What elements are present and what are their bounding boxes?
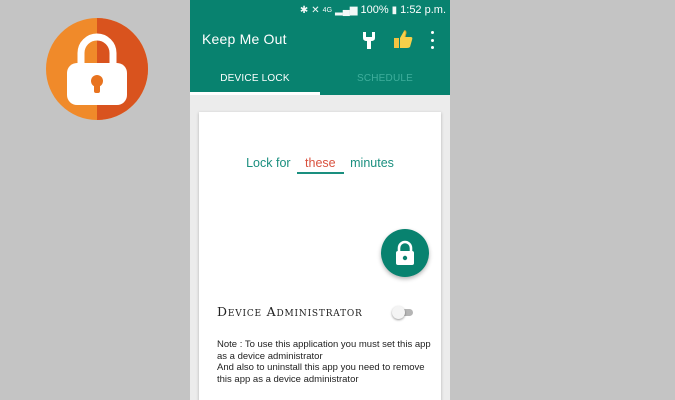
app-logo-lock-icon	[46, 18, 148, 120]
mute-icon: ✕	[311, 4, 320, 16]
tab-device-lock[interactable]: DEVICE LOCK	[190, 62, 320, 95]
network-label: 4G	[322, 6, 333, 14]
lock-card: Lock for these minutes Device Administra…	[199, 112, 441, 400]
status-bar: ✱ ✕ 4G ▂▄▆ 100% ▮ 1:52 p.m.	[190, 0, 450, 20]
battery-percent: 100%	[360, 4, 389, 16]
clock: 1:52 p.m.	[400, 4, 446, 16]
lock-suffix-label: minutes	[350, 156, 394, 170]
tab-bar: DEVICE LOCK SCHEDULE	[190, 62, 450, 95]
battery-icon: ▮	[391, 4, 398, 16]
overflow-menu-icon[interactable]	[428, 31, 436, 49]
note-line-1: Note : To use this application you must …	[217, 339, 431, 362]
app-bar: Keep Me Out	[190, 20, 450, 62]
lock-minutes-input[interactable]: these	[297, 156, 344, 174]
lock-now-button[interactable]	[381, 229, 429, 277]
app-title: Keep Me Out	[202, 31, 287, 47]
tab-schedule[interactable]: SCHEDULE	[320, 62, 450, 95]
lock-prefix-label: Lock for	[246, 156, 291, 170]
device-admin-label: Device Administrator	[217, 304, 363, 319]
signal-icon: ▂▄▆	[335, 4, 358, 16]
note-line-2: And also to uninstall this app you need …	[217, 362, 425, 385]
wrench-icon[interactable]	[360, 30, 378, 50]
admin-note: Note : To use this application you must …	[217, 339, 432, 385]
padlock-icon	[396, 240, 414, 265]
device-admin-toggle[interactable]	[391, 305, 415, 319]
bluetooth-icon: ✱	[299, 4, 309, 16]
phone-screen: ✱ ✕ 4G ▂▄▆ 100% ▮ 1:52 p.m. Keep Me Out …	[190, 0, 450, 400]
thumbs-up-icon[interactable]	[392, 28, 414, 50]
lock-duration-row: Lock for these minutes	[199, 156, 441, 174]
